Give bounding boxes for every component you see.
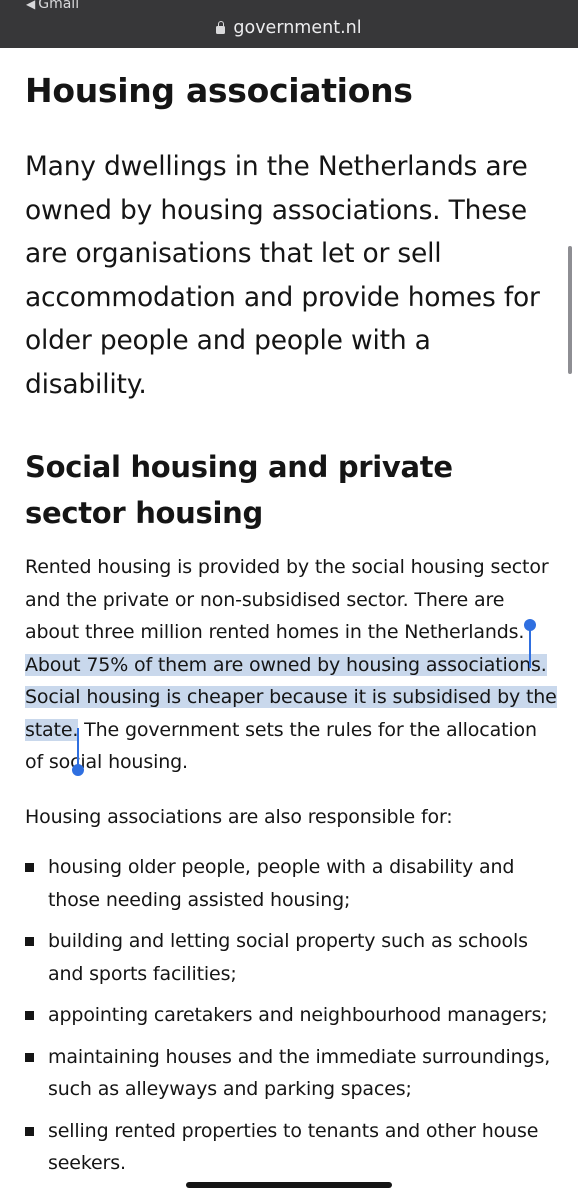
- paragraph-text-before: Rented housing is provided by the social…: [25, 556, 549, 643]
- bullet-icon: [25, 1011, 34, 1020]
- list-intro: Housing associations are also responsibl…: [25, 805, 453, 828]
- back-app-label: Gmail: [38, 0, 80, 12]
- list-item: building and letting social property suc…: [25, 925, 557, 990]
- lock-icon: [216, 21, 226, 34]
- bullet-icon: [25, 863, 34, 872]
- responsibilities-list: housing older people, people with a disa…: [25, 851, 557, 1180]
- bullet-icon: [25, 1126, 34, 1136]
- list-item: selling rented properties to tenants and…: [25, 1115, 557, 1180]
- back-arrow-icon: ◀: [26, 0, 36, 11]
- page-title: Housing associations: [25, 71, 413, 110]
- browser-toolbar: ◀ Gmail government.nl: [0, 0, 578, 48]
- section-heading: Social housing and private sector housin…: [25, 450, 453, 530]
- back-to-app-link[interactable]: ◀ Gmail: [26, 0, 79, 13]
- list-item: appointing caretakers and neighbourhood …: [25, 999, 557, 1032]
- scrollbar-thumb[interactable]: [568, 246, 572, 374]
- paragraph-text-after: The government sets the rules for the al…: [25, 718, 537, 774]
- bullet-icon: [25, 937, 34, 946]
- list-item-text: building and letting social property suc…: [48, 930, 528, 985]
- intro-paragraph: Many dwellings in the Netherlands are ow…: [25, 151, 540, 400]
- url-text: government.nl: [233, 18, 362, 38]
- address-bar[interactable]: government.nl: [0, 17, 578, 39]
- list-item-text: appointing caretakers and neighbourhood …: [48, 1004, 548, 1026]
- list-item-text: maintaining houses and the immediate sur…: [48, 1045, 551, 1101]
- list-item-text: housing older people, people with a disa…: [48, 856, 515, 911]
- list-item: housing older people, people with a disa…: [25, 851, 557, 916]
- bullet-icon: [25, 1052, 34, 1062]
- list-item-text: selling rented properties to tenants and…: [48, 1119, 539, 1175]
- article: Housing associations Many dwellings in t…: [25, 48, 557, 1189]
- body-paragraph[interactable]: Rented housing is provided by the social…: [25, 551, 557, 779]
- list-item: maintaining houses and the immediate sur…: [25, 1041, 557, 1106]
- home-indicator[interactable]: [186, 1182, 392, 1188]
